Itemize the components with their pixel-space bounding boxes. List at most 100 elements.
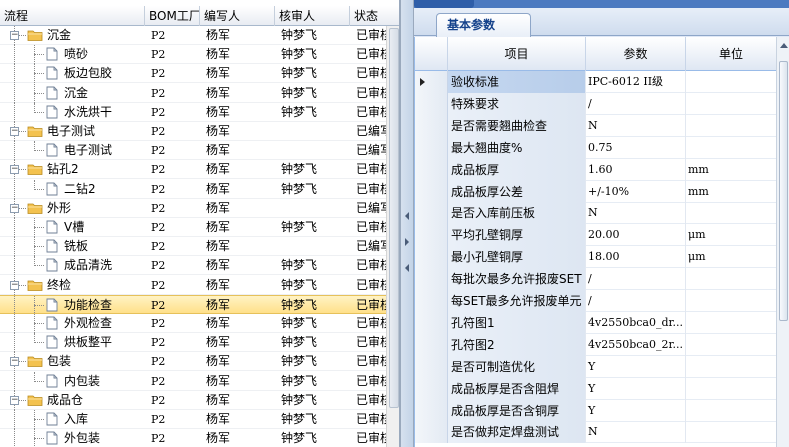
parameter-row[interactable]: 成品板厚公差 +/-10% mm xyxy=(415,180,776,203)
column-header-process[interactable]: 流程 xyxy=(0,6,145,26)
collapse-toggle-icon[interactable]: − xyxy=(10,203,19,213)
scroll-up-arrow-icon[interactable] xyxy=(780,43,788,48)
panel-splitter[interactable] xyxy=(400,0,414,447)
tree-step-row[interactable]: 烘板整平 P2 杨军 钟梦飞 已审核 xyxy=(0,333,390,353)
row-header[interactable] xyxy=(415,333,448,356)
parameter-value-cell[interactable]: Y xyxy=(586,377,686,400)
parameter-row[interactable]: 平均孔壁铜厚 20.00 μm xyxy=(415,224,776,247)
tree-step-row[interactable]: 板边包胶 P2 杨军 钟梦飞 已审核 xyxy=(0,64,390,84)
tree-vertical-scrollbar[interactable] xyxy=(386,26,399,447)
parameter-value-cell[interactable]: 0.75 xyxy=(586,136,686,159)
row-header[interactable] xyxy=(415,421,448,444)
row-header[interactable] xyxy=(415,71,448,93)
parameter-unit-cell[interactable] xyxy=(686,202,776,224)
tree-step-row[interactable]: 二钻2 P2 杨军 钟梦飞 已审核 xyxy=(0,179,390,199)
column-header-item[interactable]: 项目 xyxy=(448,37,586,71)
column-header-author[interactable]: 编写人 xyxy=(200,6,275,26)
tree-folder-row[interactable]: − 沉金 P2 杨军 钟梦飞 已审核 xyxy=(0,26,390,45)
parameter-value-cell[interactable]: 18.00 xyxy=(586,246,686,269)
parameter-value-cell[interactable]: IPC-6012 II级 xyxy=(586,71,686,93)
parameter-unit-cell[interactable] xyxy=(686,93,776,115)
tree-step-row[interactable]: 外包装 P2 杨军 钟梦飞 已审核 xyxy=(0,429,390,447)
top-tab[interactable] xyxy=(414,0,474,8)
parameter-value-cell[interactable]: / xyxy=(586,290,686,312)
row-header[interactable] xyxy=(415,355,448,378)
parameter-value-cell[interactable]: N xyxy=(586,114,686,137)
row-header[interactable] xyxy=(415,268,448,291)
parameter-unit-cell[interactable] xyxy=(686,421,776,443)
row-header[interactable] xyxy=(415,114,448,137)
column-header-value[interactable]: 参数 xyxy=(586,37,686,71)
parameter-value-cell[interactable]: N xyxy=(586,421,686,444)
parameter-row[interactable]: 验收标准 IPC-6012 II级 xyxy=(415,71,776,93)
collapse-right-arrow-icon[interactable] xyxy=(405,238,409,246)
parameter-value-cell[interactable]: / xyxy=(586,268,686,291)
tree-folder-row[interactable]: − 终检 P2 杨军 钟梦飞 已审核 xyxy=(0,275,390,295)
parameter-value-cell[interactable]: +/-10% xyxy=(586,180,686,203)
parameter-value-cell[interactable]: 20.00 xyxy=(586,224,686,247)
parameter-value-cell[interactable]: Y xyxy=(586,399,686,422)
parameter-row[interactable]: 是否需要翘曲检查 N xyxy=(415,114,776,137)
parameter-unit-cell[interactable] xyxy=(686,268,776,290)
parameter-unit-cell[interactable] xyxy=(686,312,776,334)
tree-step-row[interactable]: 功能检查 P2 杨军 钟梦飞 已审核 xyxy=(0,294,390,315)
parameter-unit-cell[interactable]: μm xyxy=(686,224,776,246)
row-header[interactable] xyxy=(415,158,448,181)
parameter-value-cell[interactable]: N xyxy=(586,202,686,225)
parameter-unit-cell[interactable]: mm xyxy=(686,159,776,181)
tree-folder-row[interactable]: − 包装 P2 杨军 钟梦飞 已审核 xyxy=(0,352,390,372)
column-header-bom[interactable]: BOM工厂 xyxy=(145,6,200,26)
parameter-unit-cell[interactable] xyxy=(686,71,776,93)
parameter-value-cell[interactable]: Y xyxy=(586,355,686,378)
tree-step-row[interactable]: 内包装 P2 杨军 钟梦飞 已审核 xyxy=(0,371,390,391)
row-header[interactable] xyxy=(415,377,448,400)
tree-step-row[interactable]: 成品清洗 P2 杨军 钟梦飞 已审核 xyxy=(0,256,390,276)
tree-step-row[interactable]: 入库 P2 杨军 钟梦飞 已审核 xyxy=(0,410,390,429)
parameter-row[interactable]: 孔符图1 4v2550bca0_dr... xyxy=(415,311,776,334)
parameter-scroll-thumb[interactable] xyxy=(779,61,788,321)
parameter-row[interactable]: 成品板厚 1.60 mm xyxy=(415,158,776,181)
tree-folder-row[interactable]: − 成品仓 P2 杨军 钟梦飞 已审核 xyxy=(0,390,390,410)
tree-step-row[interactable]: 外观检查 P2 杨军 钟梦飞 已审核 xyxy=(0,314,390,333)
parameter-row[interactable]: 每SET最多允许报废单元 / xyxy=(415,290,776,312)
parameter-value-cell[interactable]: / xyxy=(586,92,686,115)
parameter-value-cell[interactable]: 1.60 xyxy=(586,158,686,181)
tree-step-row[interactable]: 电子测试 P2 杨军 已编写 xyxy=(0,141,390,161)
row-header[interactable] xyxy=(415,224,448,247)
parameter-vertical-scrollbar[interactable] xyxy=(776,37,789,447)
row-header[interactable] xyxy=(415,399,448,422)
parameter-unit-cell[interactable] xyxy=(686,378,776,400)
parameter-value-cell[interactable]: 4v2550bca0_dr... xyxy=(586,311,686,334)
parameter-unit-cell[interactable] xyxy=(686,290,776,312)
row-header[interactable] xyxy=(415,290,448,312)
parameter-row[interactable]: 是否入库前压板 N xyxy=(415,202,776,225)
parameter-row[interactable]: 是否可制造优化 Y xyxy=(415,355,776,378)
parameter-row[interactable]: 特殊要求 / xyxy=(415,92,776,115)
column-header-unit[interactable]: 单位 xyxy=(686,37,776,71)
tree-step-row[interactable]: 沉金 P2 杨军 钟梦飞 已审核 xyxy=(0,83,390,103)
tree-step-row[interactable]: V槽 P2 杨军 钟梦飞 已审核 xyxy=(0,218,390,237)
parameter-unit-cell[interactable] xyxy=(686,356,776,378)
collapse-left-arrow-icon[interactable] xyxy=(405,264,409,272)
row-header[interactable] xyxy=(415,202,448,225)
parameter-unit-cell[interactable] xyxy=(686,334,776,356)
parameter-row[interactable]: 孔符图2 4v2550bca0_2r... xyxy=(415,333,776,356)
parameter-value-cell[interactable]: 4v2550bca0_2r... xyxy=(586,333,686,356)
parameter-row[interactable]: 成品板厚是否含铜厚 Y xyxy=(415,399,776,422)
collapse-left-arrow-icon[interactable] xyxy=(405,212,409,220)
collapse-toggle-icon[interactable]: − xyxy=(10,357,19,367)
parameter-row[interactable]: 每批次最多允许报废SET / xyxy=(415,268,776,291)
collapse-toggle-icon[interactable]: − xyxy=(10,280,19,290)
column-header-reviewer[interactable]: 核审人 xyxy=(275,6,350,26)
tree-scroll-thumb[interactable] xyxy=(389,28,399,408)
tree-step-row[interactable]: 水洗烘干 P2 杨军 钟梦飞 已审核 xyxy=(0,102,390,122)
parameter-unit-cell[interactable]: μm xyxy=(686,246,776,268)
tab-basic-params[interactable]: 基本参数 xyxy=(436,13,531,37)
collapse-toggle-icon[interactable]: − xyxy=(10,127,19,136)
row-header[interactable] xyxy=(415,180,448,203)
parameter-row[interactable]: 是否做邦定焊盘测试 N xyxy=(415,421,776,444)
tree-folder-row[interactable]: − 外形 P2 杨军 已编写 xyxy=(0,198,390,218)
tree-step-row[interactable]: 铣板 P2 杨军 已编写 xyxy=(0,237,390,257)
collapse-toggle-icon[interactable]: − xyxy=(10,31,19,40)
parameter-row[interactable]: 成品板厚是否含阻焊 Y xyxy=(415,377,776,400)
